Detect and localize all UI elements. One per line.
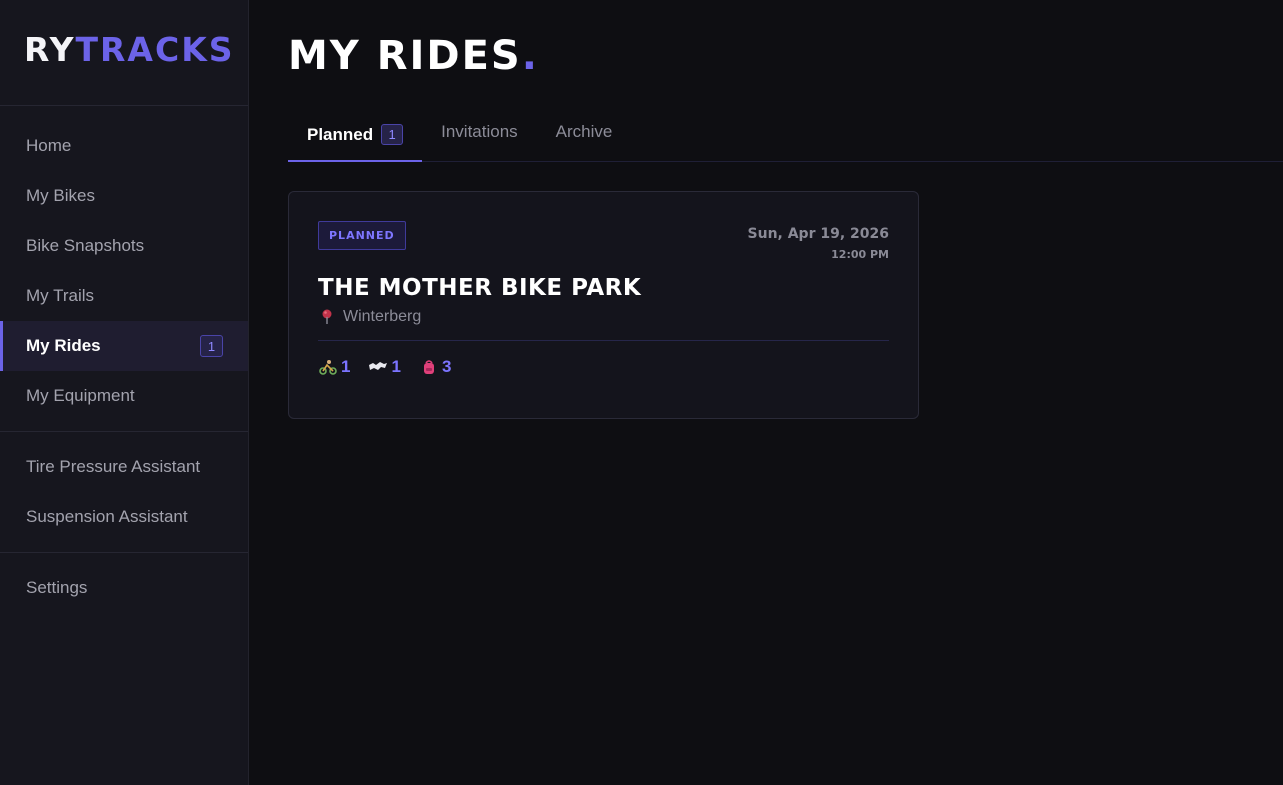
riders-stat: 1 [318, 357, 350, 377]
page-title: MY RIDES. [288, 33, 1283, 79]
nav-group-main: Home My Bikes Bike Snapshots My Trails M… [0, 106, 248, 432]
tab-label: Planned [307, 124, 374, 144]
sidebar-item-my-trails[interactable]: My Trails [0, 271, 248, 321]
riders-count: 1 [341, 357, 351, 376]
brand-logo-part1: RY [24, 30, 76, 69]
sidebar-item-label: Suspension Assistant [26, 507, 188, 526]
tab-invitations[interactable]: Invitations [422, 109, 537, 154]
sidebar-item-my-rides[interactable]: My Rides 1 [0, 321, 248, 371]
ride-location: Winterberg [318, 308, 889, 326]
main-content: MY RIDES. Planned 1 Invitations Archive … [288, 0, 1283, 419]
page-title-dot: . [521, 33, 539, 79]
ride-tabs: Planned 1 Invitations Archive [288, 117, 1283, 162]
ride-title: THE MOTHER BIKE PARK [318, 275, 642, 301]
sidebar-item-label: Home [26, 136, 72, 155]
location-text: Winterberg [343, 308, 422, 325]
planned-count-badge: 1 [381, 124, 404, 145]
sidebar-item-label: My Equipment [26, 386, 135, 405]
rides-count-badge: 1 [200, 335, 223, 357]
tab-planned[interactable]: Planned 1 [288, 109, 423, 162]
card-divider [318, 340, 889, 341]
brand-logo-part2: TRACKS [75, 30, 235, 69]
tab-label: Invitations [441, 121, 518, 141]
mountain-biker-icon [318, 358, 338, 376]
sidebar-item-my-bikes[interactable]: My Bikes [0, 171, 248, 221]
ride-time: 12:00 PM [831, 248, 889, 261]
sidebar-item-tire-pressure-assistant[interactable]: Tire Pressure Assistant [0, 442, 248, 492]
sidebar-item-label: My Bikes [26, 186, 95, 205]
sidebar-item-my-equipment[interactable]: My Equipment [0, 371, 248, 421]
sidebar-item-label: Tire Pressure Assistant [26, 457, 201, 476]
tab-label: Archive [555, 121, 613, 141]
sidebar-item-label: My Rides [26, 336, 101, 355]
brand-logo[interactable]: RYTRACKS [0, 0, 248, 106]
equipment-stat: 3 [419, 357, 451, 377]
sidebar-item-label: Bike Snapshots [26, 236, 145, 255]
ride-card[interactable]: PLANNED Sun, Apr 19, 2026 12:00 PM THE M… [288, 191, 919, 419]
trails-count: 1 [391, 357, 401, 376]
sidebar: RYTRACKS Home My Bikes Bike Snapshots My… [0, 0, 249, 785]
equipment-count: 3 [441, 357, 452, 376]
sidebar-item-settings[interactable]: Settings [0, 563, 248, 613]
ride-date: Sun, Apr 19, 2026 [747, 226, 889, 242]
sidebar-item-home[interactable]: Home [0, 121, 248, 171]
ride-stats: 1 1 3 [318, 357, 889, 377]
sidebar-item-label: Settings [26, 578, 88, 597]
trails-stat: 1 [368, 357, 401, 377]
sidebar-item-suspension-assistant[interactable]: Suspension Assistant [0, 492, 248, 542]
trail-map-icon [368, 358, 388, 376]
backpack-icon [419, 358, 439, 376]
ride-datetime: Sun, Apr 19, 2026 12:00 PM [748, 226, 889, 262]
status-badge: PLANNED [318, 221, 406, 250]
nav-group-settings: Settings [0, 553, 248, 623]
page-title-text: MY RIDES [288, 33, 522, 79]
location-pin-icon [318, 308, 336, 326]
sidebar-item-bike-snapshots[interactable]: Bike Snapshots [0, 221, 248, 271]
sidebar-item-label: My Trails [26, 286, 94, 305]
nav-group-assistants: Tire Pressure Assistant Suspension Assis… [0, 432, 248, 553]
tab-archive[interactable]: Archive [537, 109, 632, 154]
